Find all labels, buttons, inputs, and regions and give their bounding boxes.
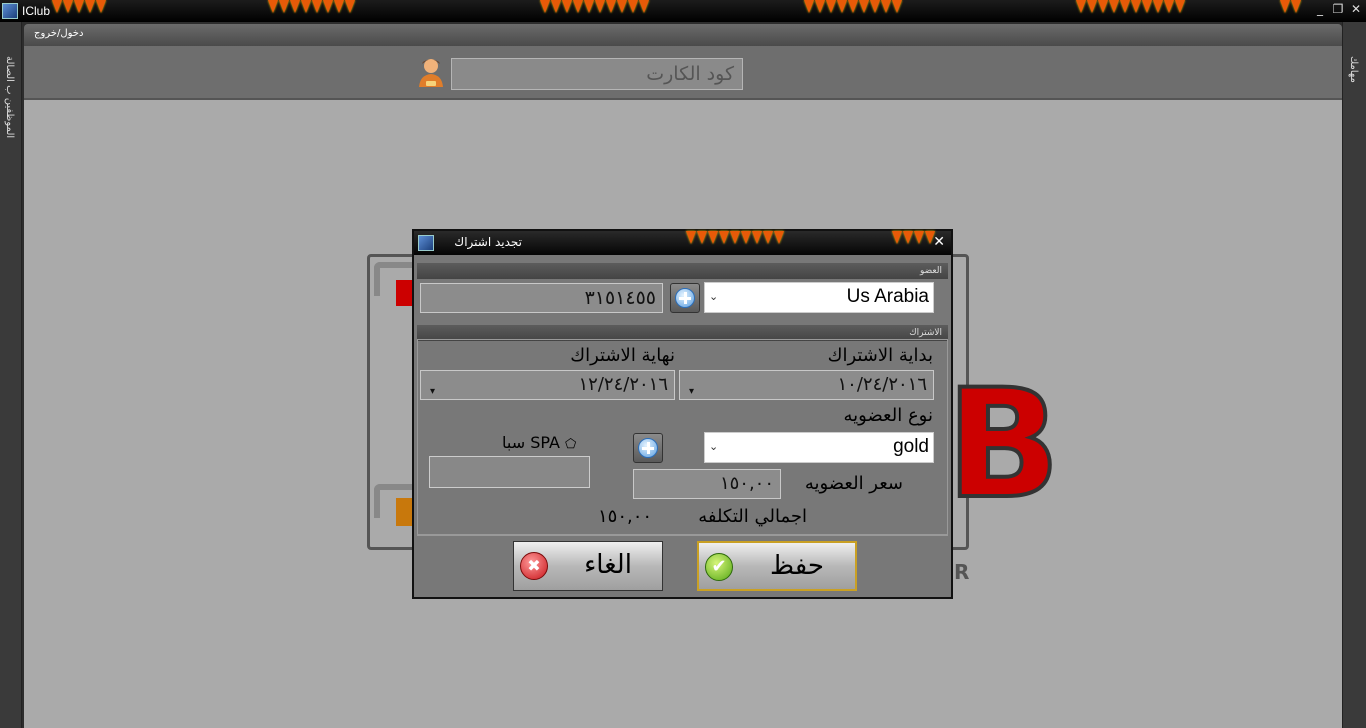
- dialog-title: تجديد اشتراك: [454, 235, 522, 249]
- tab-login-logout[interactable]: دخول/خروج: [34, 28, 83, 39]
- chevron-down-icon: ⌄: [709, 291, 719, 303]
- flame-decoration-1: [52, 0, 107, 14]
- renew-subscription-dialog: تجديد اشتراك ✕ العضو ٣١٥١٤٥٥ ⌄ Us Arabia…: [412, 229, 953, 599]
- window-titlebar: IClub _ ❐ ✕: [0, 0, 1366, 22]
- maximize-button[interactable]: ❐: [1330, 2, 1346, 16]
- save-button[interactable]: ✔ حفظ: [697, 541, 857, 591]
- dialog-flame-decoration: [892, 231, 936, 245]
- dialog-separator: [417, 535, 948, 536]
- flame-decoration-2: [268, 0, 356, 14]
- dialog-resize-icon[interactable]: ✕: [933, 234, 945, 250]
- chevron-down-icon: ⌄: [709, 441, 719, 453]
- spa-label-text: سبا SPA: [502, 433, 560, 452]
- member-code-field[interactable]: ٣١٥١٤٥٥: [420, 283, 663, 313]
- start-date-label: بداية الاشتراك: [827, 345, 933, 366]
- add-membership-type-button[interactable]: [633, 433, 663, 463]
- check-icon: ✔: [705, 553, 733, 581]
- cancel-button[interactable]: ✖ الغاء: [513, 541, 663, 591]
- dialog-titlebar[interactable]: تجديد اشتراك ✕: [414, 231, 951, 255]
- dialog-flame-decoration: [686, 231, 785, 245]
- membership-type-select[interactable]: ⌄ gold: [704, 432, 934, 463]
- header-bar: كود الكارت: [24, 46, 1342, 100]
- plus-icon: [675, 288, 695, 308]
- background-logo-letter-small: R: [954, 560, 970, 584]
- start-date-picker[interactable]: ▾ ١٠/٢٤/٢٠١٦: [679, 370, 934, 400]
- end-date-value: ١٢/٢٤/٢٠١٦: [578, 374, 668, 395]
- add-member-button[interactable]: [670, 283, 700, 313]
- background-logo-letter: B: [944, 358, 1062, 532]
- membership-price-label: سعر العضويه: [804, 473, 903, 494]
- membership-type-label: نوع العضويه: [843, 405, 933, 426]
- save-button-label: حفظ: [770, 551, 824, 581]
- total-cost-label: اجمالي التكلفه: [698, 506, 807, 527]
- spa-checkbox-label[interactable]: سبا SPA ⬠: [502, 433, 576, 452]
- tab-strip: دخول/خروج: [24, 24, 1342, 46]
- plus-icon: [638, 438, 658, 458]
- member-select[interactable]: ⌄ Us Arabia: [704, 282, 934, 313]
- calendar-icon[interactable]: ▾: [425, 378, 435, 397]
- right-panel-label[interactable]: مهامك: [1348, 56, 1359, 83]
- app-icon: [2, 3, 18, 19]
- spa-checkbox-icon[interactable]: ⬠: [565, 437, 576, 452]
- flame-decoration-3: [540, 0, 650, 14]
- total-cost-value: ١٥٠,٠٠: [598, 506, 653, 527]
- calendar-icon[interactable]: ▾: [684, 378, 694, 397]
- membership-type-value: gold: [893, 436, 929, 457]
- window-title: IClub: [22, 4, 51, 18]
- cancel-icon: ✖: [520, 552, 548, 580]
- cancel-button-label: الغاء: [584, 550, 632, 580]
- start-date-value: ١٠/٢٤/٢٠١٦: [837, 374, 927, 395]
- member-name: Us Arabia: [846, 286, 929, 307]
- membership-price-field[interactable]: ١٥٠,٠٠: [633, 469, 781, 499]
- spa-value-field[interactable]: [429, 456, 590, 488]
- right-side-panel[interactable]: مهامك: [1342, 22, 1366, 728]
- card-code-input[interactable]: كود الكارت: [451, 58, 743, 90]
- minimize-button[interactable]: _: [1312, 2, 1328, 16]
- member-section-header: العضو: [417, 263, 948, 279]
- flame-decoration-5: [1076, 0, 1186, 14]
- close-button[interactable]: ✕: [1348, 2, 1364, 16]
- left-side-panel[interactable]: الموظفين ب الصالة: [0, 22, 22, 728]
- flame-decoration-4: [804, 0, 903, 14]
- end-date-label: نهاية الاشتراك: [570, 345, 675, 366]
- flame-decoration-6: [1280, 0, 1302, 14]
- end-date-picker[interactable]: ▾ ١٢/٢٤/٢٠١٦: [420, 370, 675, 400]
- user-icon: [419, 59, 443, 87]
- left-panel-label[interactable]: الموظفين ب الصالة: [4, 56, 15, 138]
